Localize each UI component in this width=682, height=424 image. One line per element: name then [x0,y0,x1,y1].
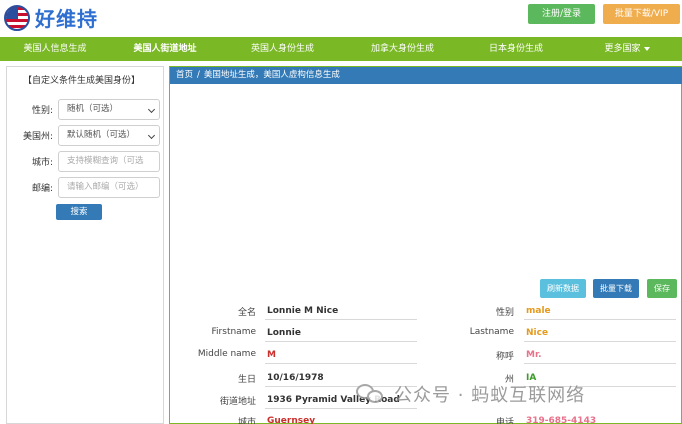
fullname-label: 全名 [237,308,256,318]
login-button[interactable]: 注册/登录 [528,4,595,24]
gender-label: 性别: [31,106,53,116]
zip-input[interactable]: 请输入邮编（可选） [58,177,160,198]
wechat-watermark: 公众号 · 蚂蚁互联网络 [356,381,585,407]
main-nav: 美国人信息生成 美国人街道地址 英国人身份生成 加拿大身份生成 日本身份生成 更… [0,37,682,61]
city-label: 城市: [31,158,53,168]
site-header: 好维持 注册/登录 批量下载/VIP [0,0,682,36]
gender-field-label: 性别 [495,308,514,318]
search-button[interactable]: 搜索 [56,204,102,220]
nav-item-us-person[interactable]: 美国人信息生成 [0,37,110,61]
nav-item-label: 更多国家 [604,44,641,54]
us-flag-icon [4,4,30,31]
nav-item-canada-identity[interactable]: 加拿大身份生成 [345,37,460,61]
chevron-down-icon [147,105,156,114]
gender-value: male [524,304,676,320]
vip-download-button[interactable]: 批量下载/VIP [603,4,680,24]
breadcrumb: 首页 / 美国地址生成，美国人虚构信息生成 [170,67,682,84]
street-label: 街道地址 [219,397,256,407]
nav-item-label: 英国人身份生成 [250,44,314,54]
chevron-down-icon [147,131,156,140]
site-logo[interactable]: 好维持 [4,3,98,32]
nav-item-label: 日本身份生成 [488,44,543,54]
fullname-value: Lonnie M Nice [265,304,417,320]
birthday-label: 生日 [237,375,256,385]
nav-item-uk-identity[interactable]: 英国人身份生成 [220,37,345,61]
phone-value: 319-685-4143 [524,414,676,424]
nav-item-label: 美国人信息生成 [23,44,87,54]
nav-item-japan-identity[interactable]: 日本身份生成 [460,37,572,61]
title-label: 称呼 [495,352,514,362]
gender-select-value: 随机（可选） [67,104,119,114]
breadcrumb-current: 美国地址生成，美国人虚构信息生成 [203,70,340,80]
city-field-label: 城市 [237,418,256,424]
identity-result-panel: 首页 / 美国地址生成，美国人虚构信息生成 刷新数据 批量下载 保存 全名 Lonn… [169,66,682,424]
breadcrumb-home-link[interactable]: 首页 [176,70,193,80]
state-label: 美国州: [22,132,53,142]
zip-label: 邮编: [31,184,53,194]
logo-text: 好维持 [35,7,98,31]
save-button[interactable]: 保存 [647,279,677,298]
state-select-value: 默认随机（可选） [67,130,136,140]
middlename-label: Middle name [197,349,256,359]
city-input[interactable]: 支持模糊查询（可选 [58,151,160,172]
batch-download-button[interactable]: 批量下载 [593,279,639,298]
phone-label: 电话 [495,418,514,424]
state-select[interactable]: 默认随机（可选） [58,125,160,146]
lastname-value: Nice [524,326,676,342]
watermark-text: 公众号 · 蚂蚁互联网络 [394,385,586,406]
title-value: Mr. [524,348,676,364]
firstname-label: Firstname [211,327,256,337]
gender-select[interactable]: 随机（可选） [58,99,160,120]
nav-item-us-address[interactable]: 美国人街道地址 [110,37,220,61]
breadcrumb-separator: / [197,70,200,80]
filter-panel-title: 【自定义条件生成美国身份】 [23,76,141,86]
city-value: Guernsey [265,414,417,424]
custom-filter-panel: 【自定义条件生成美国身份】 性别: 随机（可选） 美国州: 默认随机（可选） 城… [6,66,164,424]
caret-down-icon [643,46,650,51]
nav-item-more-countries[interactable]: 更多国家 [572,37,682,61]
firstname-value: Lonnie [265,326,417,342]
middlename-value: M [265,348,417,364]
wechat-icon [356,382,386,406]
nav-item-label: 加拿大身份生成 [370,44,434,54]
refresh-button[interactable]: 刷新数据 [540,279,586,298]
nav-item-label: 美国人街道地址 [133,44,197,54]
lastname-label: Lastname [469,327,514,337]
